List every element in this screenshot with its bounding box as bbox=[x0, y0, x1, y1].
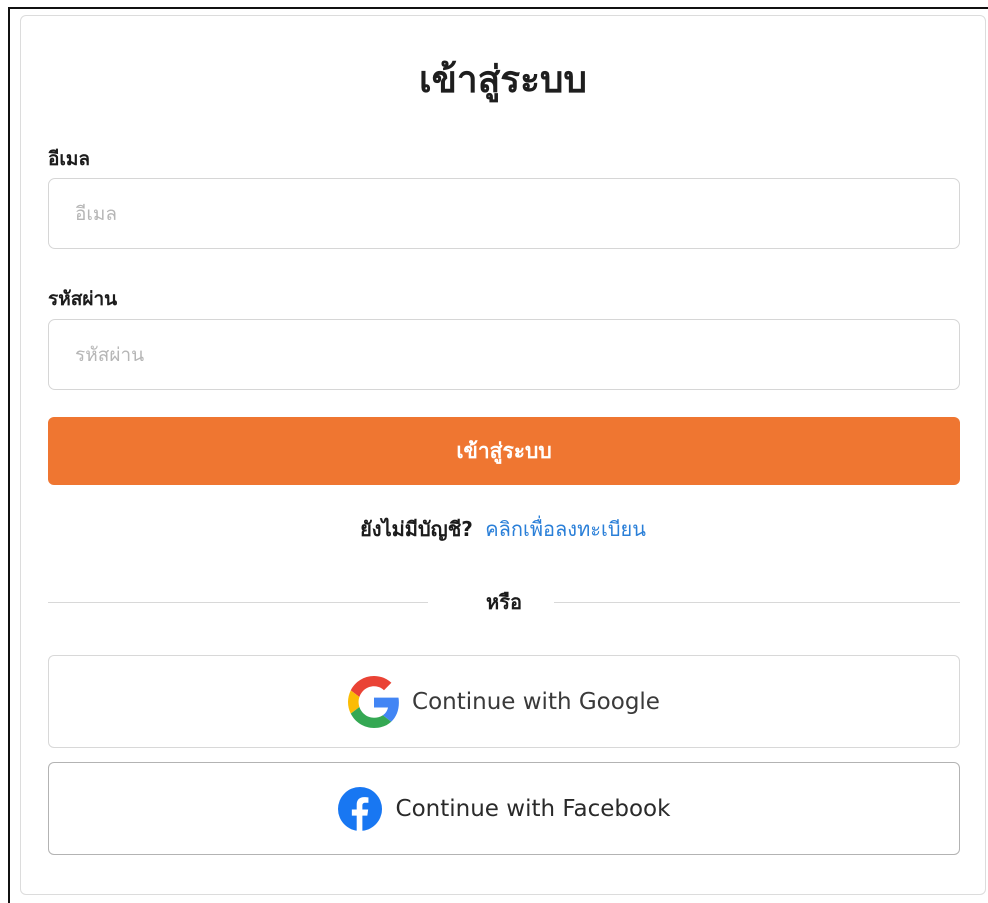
facebook-f-icon bbox=[337, 786, 382, 831]
divider-or: หรือ bbox=[486, 590, 522, 614]
email-input[interactable] bbox=[48, 178, 960, 249]
divider-line-left bbox=[48, 602, 428, 603]
register-row: ยังไม่มีบัญชี? คลิกเพื่อลงทะเบียน bbox=[21, 514, 985, 544]
login-card: เข้าสู่ระบบ อีเมล รหัสผ่าน เข้าสู่ระบบ ย… bbox=[20, 15, 986, 895]
facebook-login-button[interactable]: Continue with Facebook bbox=[48, 762, 960, 855]
divider-line-right bbox=[554, 602, 960, 603]
google-g-icon bbox=[348, 675, 400, 728]
google-login-button[interactable]: Continue with Google bbox=[48, 655, 960, 748]
facebook-login-label: Continue with Facebook bbox=[395, 795, 671, 822]
page-title: เข้าสู่ระบบ bbox=[418, 58, 588, 101]
email-label: อีเมล bbox=[48, 148, 91, 170]
register-link[interactable]: คลิกเพื่อลงทะเบียน bbox=[485, 517, 646, 541]
password-label: รหัสผ่าน bbox=[48, 288, 118, 310]
login-button[interactable]: เข้าสู่ระบบ bbox=[48, 417, 960, 485]
register-prompt: ยังไม่มีบัญชี? bbox=[360, 517, 473, 541]
password-input[interactable] bbox=[48, 319, 960, 390]
google-login-label: Continue with Google bbox=[412, 688, 660, 715]
